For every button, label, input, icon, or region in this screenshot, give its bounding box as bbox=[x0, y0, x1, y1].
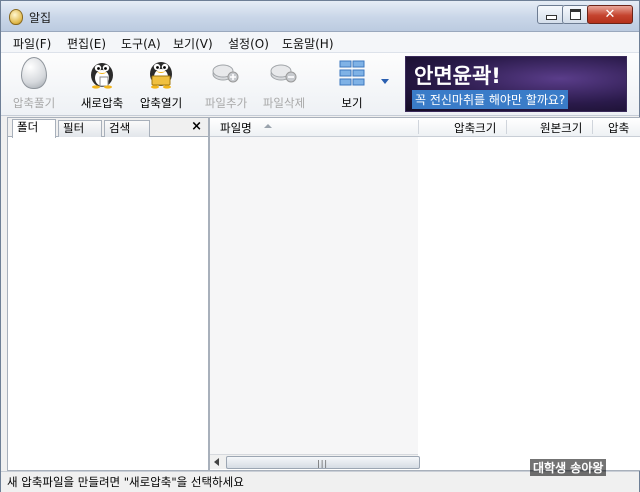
minimize-icon bbox=[545, 15, 557, 20]
horizontal-scrollbar[interactable]: ||| bbox=[210, 454, 420, 469]
view-button[interactable]: 보기 bbox=[331, 55, 373, 111]
add-file-button[interactable]: 파일추가 bbox=[199, 55, 253, 111]
banner-subtext: 꼭 전신마취를 해야만 할까요? bbox=[412, 90, 569, 109]
menu-file[interactable]: 파일(F) bbox=[13, 35, 51, 52]
banner-headline: 안면윤곽! bbox=[414, 64, 501, 88]
menu-tools[interactable]: 도구(A) bbox=[121, 35, 161, 52]
close-icon: ✕ bbox=[604, 7, 616, 22]
maximize-button[interactable] bbox=[562, 5, 589, 24]
app-egg-icon[interactable] bbox=[9, 9, 23, 25]
extract-button[interactable]: 압축풀기 bbox=[5, 55, 63, 111]
view-dropdown-icon[interactable] bbox=[381, 79, 389, 84]
app-window: 알집 ✕ 파일(F) 편집(E) 도구(A) 보기(V) 설정(O) 도움말(H… bbox=[0, 0, 640, 492]
minimize-button[interactable] bbox=[537, 5, 565, 24]
close-button[interactable]: ✕ bbox=[587, 5, 633, 24]
new-archive-button[interactable]: 새로압축 bbox=[73, 55, 131, 111]
column-divider[interactable] bbox=[506, 120, 507, 134]
delete-file-icon bbox=[270, 64, 297, 83]
egg-icon bbox=[18, 57, 50, 89]
tab-search[interactable]: 검색 bbox=[104, 120, 150, 137]
menu-settings[interactable]: 설정(O) bbox=[228, 35, 269, 52]
scroll-left-icon[interactable] bbox=[214, 458, 219, 466]
left-panel: 폴더 필터 검색 × bbox=[7, 117, 209, 471]
status-text: 새 압축파일을 만들려면 "새로압축"을 선택하세요 bbox=[7, 475, 244, 489]
tab-folder[interactable]: 폴더 bbox=[12, 119, 56, 138]
menu-help[interactable]: 도움말(H) bbox=[282, 35, 334, 52]
left-tabs: 폴더 필터 검색 × bbox=[8, 118, 208, 138]
view-grid-icon bbox=[339, 60, 365, 86]
file-list[interactable]: 파일명 압축크기 원본크기 압축 ||| bbox=[209, 117, 640, 471]
maximize-icon bbox=[570, 9, 581, 20]
watermark: 대학생 송아왕 bbox=[530, 459, 607, 476]
scroll-thumb[interactable]: ||| bbox=[226, 456, 420, 469]
extract-label: 압축풀기 bbox=[12, 96, 56, 110]
column-filename[interactable]: 파일명 bbox=[220, 120, 252, 136]
penguin-open-icon bbox=[150, 62, 172, 89]
open-archive-label: 압축열기 bbox=[139, 96, 183, 110]
filename-column-shading bbox=[210, 137, 418, 455]
column-divider[interactable] bbox=[592, 120, 593, 134]
add-file-label: 파일추가 bbox=[204, 96, 248, 110]
sort-ascending-icon bbox=[264, 124, 272, 128]
toolbar: 압축풀기 새로압축 압축열기 파일추가 파일삭제 보기 안면윤곽! 꼭 전신마취… bbox=[1, 53, 639, 116]
penguin-new-icon bbox=[91, 63, 113, 89]
tab-filter[interactable]: 필터 bbox=[58, 120, 102, 137]
delete-file-button[interactable]: 파일삭제 bbox=[257, 55, 311, 111]
ad-banner[interactable]: 안면윤곽! 꼭 전신마취를 해야만 할까요? bbox=[405, 56, 627, 112]
list-header: 파일명 압축크기 원본크기 압축 bbox=[210, 118, 640, 137]
delete-file-label: 파일삭제 bbox=[262, 96, 306, 110]
window-title: 알집 bbox=[29, 11, 52, 25]
scroll-grip: ||| bbox=[317, 459, 329, 468]
panel-close-icon[interactable]: × bbox=[191, 119, 202, 134]
title-bar[interactable]: 알집 ✕ bbox=[1, 1, 639, 32]
new-archive-label: 새로압축 bbox=[80, 96, 124, 110]
add-file-icon bbox=[212, 64, 239, 83]
open-archive-button[interactable]: 압축열기 bbox=[133, 55, 189, 111]
menu-view[interactable]: 보기(V) bbox=[173, 35, 213, 52]
menu-bar: 파일(F) 편집(E) 도구(A) 보기(V) 설정(O) 도움말(H) bbox=[1, 32, 639, 53]
column-original-size[interactable]: 원본크기 bbox=[540, 120, 582, 136]
column-compressed-size[interactable]: 압축크기 bbox=[454, 120, 496, 136]
menu-edit[interactable]: 편집(E) bbox=[67, 35, 106, 52]
view-label: 보기 bbox=[341, 96, 363, 110]
column-ratio[interactable]: 압축 bbox=[608, 120, 629, 136]
column-divider[interactable] bbox=[418, 120, 419, 134]
